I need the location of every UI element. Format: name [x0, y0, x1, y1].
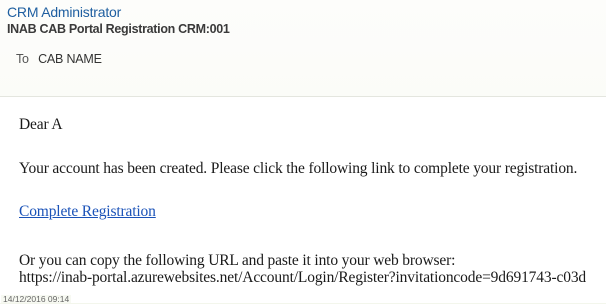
email-subject: INAB CAB Portal Registration CRM:001 [7, 22, 230, 36]
sender-name[interactable]: CRM Administrator [7, 4, 121, 20]
email-window: CRM Administrator INAB CAB Portal Regist… [0, 0, 606, 303]
copy-instruction-text: Or you can copy the following URL and pa… [19, 252, 456, 269]
message-text: Your account has been created. Please cl… [19, 160, 578, 177]
registration-url-text[interactable]: https://inab-portal.azurewebsites.net/Ac… [19, 269, 586, 287]
greeting-text: Dear A [19, 116, 63, 133]
email-header: CRM Administrator INAB CAB Portal Regist… [0, 0, 606, 95]
complete-registration-link[interactable]: Complete Registration [19, 203, 156, 221]
email-body: Dear A Your account has been created. Pl… [0, 96, 606, 303]
recipient-name[interactable]: CAB NAME [38, 52, 102, 66]
to-label: To [16, 52, 29, 66]
recipient-row: To CAB NAME [16, 52, 102, 66]
